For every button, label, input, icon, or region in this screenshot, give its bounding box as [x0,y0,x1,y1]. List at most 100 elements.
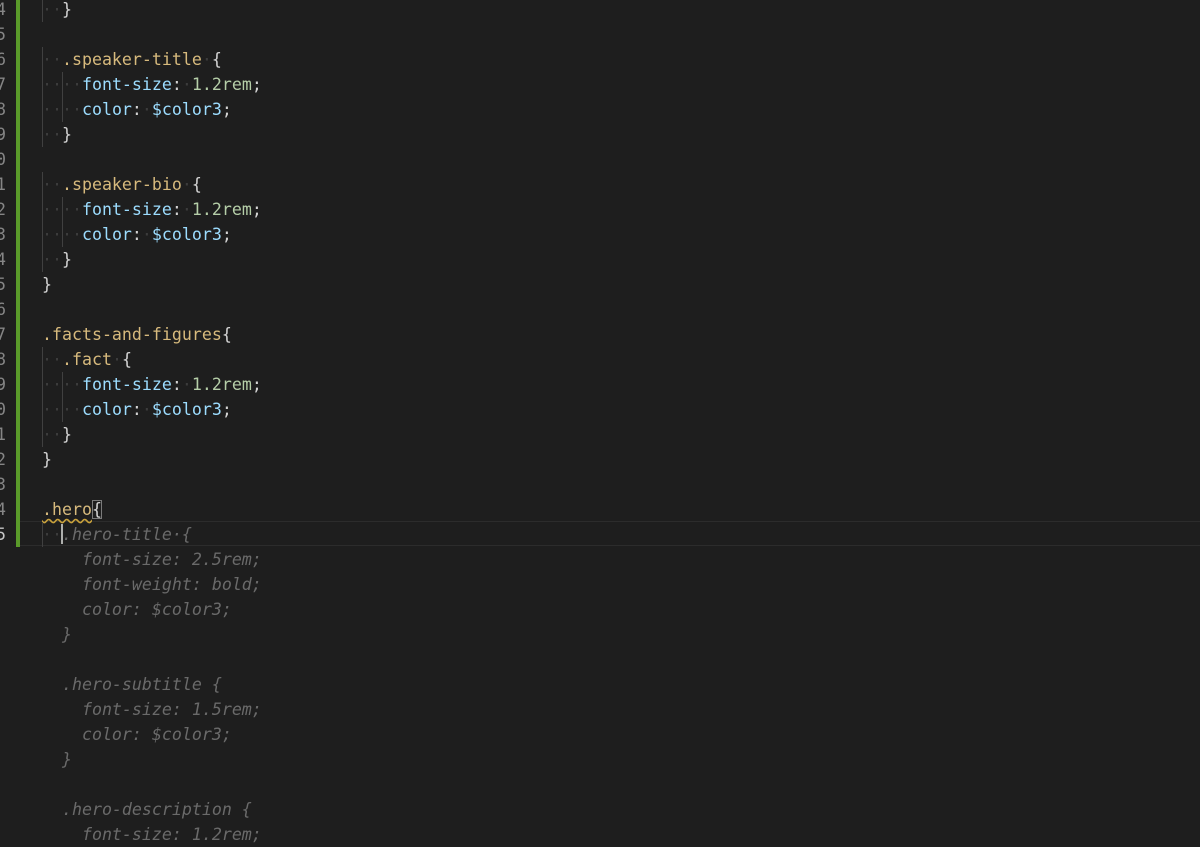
code-token: { [91,500,102,519]
code-token: font-size [81,375,172,394]
code-token: .hero [42,500,92,519]
code-line[interactable]: 2} [0,447,1200,472]
code-token: color [81,100,132,119]
code-token: { [121,350,132,369]
code-token: · [111,350,122,369]
code-token: { [191,175,202,194]
suggestion-text: .hero-description { [42,800,252,819]
code-token: : [131,400,142,419]
code-line[interactable]: 0 [0,147,1200,172]
line-number: 1 [0,175,6,194]
whitespace-marker: ·· [42,250,62,269]
code-text: ····color:·$color3; [42,397,232,422]
code-token: } [42,450,52,469]
code-token: ; [251,75,262,94]
code-line[interactable]: 1 ··} [0,422,1200,447]
code-line[interactable]: 6 [0,297,1200,322]
line-number: 6 [0,300,6,319]
code-text: ····color:·$color3; [42,97,232,122]
code-line[interactable]: 9 ··} [0,122,1200,147]
code-editor[interactable]: 4 ··} 5 6 ··.speaker-title·{7 ····font-size:·… [0,0,1200,847]
code-token: 1.2rem [191,375,252,394]
code-token: } [42,275,52,294]
code-token: color [81,400,132,419]
code-line[interactable]: 3 [0,472,1200,497]
code-token: : [171,75,182,94]
whitespace-marker: ·· [42,350,62,369]
code-token: 1.2rem [191,75,252,94]
code-text: ··.fact·{ [42,347,132,372]
line-number: 9 [0,125,6,144]
code-line[interactable]: 0 ····color:·$color3; [0,397,1200,422]
suggestion-text: } [42,625,72,644]
code-text: ····color:·$color3; [42,222,232,247]
whitespace-marker: ·· [42,425,62,444]
code-text: .hero{ [42,497,102,522]
code-line[interactable]: 5} [0,272,1200,297]
code-line[interactable]: 2 ····font-size:·1.2rem; [0,197,1200,222]
code-text: .facts-and-figures{ [42,322,232,347]
whitespace-marker: ···· [42,200,82,219]
line-number: 5 [0,25,6,44]
code-line[interactable]: 7 ····font-size:·1.2rem; [0,72,1200,97]
code-text: ··} [42,247,72,272]
code-line[interactable]: 3 ····color:·$color3; [0,222,1200,247]
code-line[interactable]: 8 ··.fact·{ [0,347,1200,372]
line-number: 9 [0,375,6,394]
line-number: 6 [0,50,6,69]
code-token: .fact [61,350,112,369]
line-number: 2 [0,450,6,469]
code-token: ; [251,375,262,394]
code-line[interactable]: 1 ··.speaker-bio·{ [0,172,1200,197]
whitespace-marker: ·· [42,50,62,69]
line-number: 0 [0,400,6,419]
code-token: $color3 [151,225,222,244]
code-token: } [61,250,72,269]
code-token: · [141,400,152,419]
code-token: { [221,325,232,344]
text-cursor [61,524,63,544]
line-number: 1 [0,425,6,444]
line-number: 8 [0,350,6,369]
suggestion-text: } [42,750,72,769]
code-line[interactable]: 4 ··} [0,247,1200,272]
whitespace-marker: ···· [42,75,82,94]
code-text: ····font-size:·1.2rem; [42,372,262,397]
code-token: 1.2rem [191,200,252,219]
line-number: 5 [0,275,6,294]
code-token: } [61,125,72,144]
code-token: $color3 [151,400,222,419]
code-token: : [171,200,182,219]
code-token: · [181,375,192,394]
line-number: 2 [0,200,6,219]
code-token: · [141,225,152,244]
code-line[interactable]: 4 .hero{ [0,497,1200,522]
code-line[interactable]: 4 ··} [0,0,1200,22]
code-token: ; [221,100,232,119]
code-token: color [81,225,132,244]
line-number: 4 [0,500,6,519]
suggestion-line: .hero-subtitle { [0,672,1200,697]
code-text: ··.speaker-bio·{ [42,172,202,197]
code-token: · [181,75,192,94]
code-line[interactable]: 7 .facts-and-figures{ [0,322,1200,347]
suggestion-line: } [0,622,1200,647]
suggestion-line: } [0,747,1200,772]
code-line[interactable]: 8 ····color:·$color3; [0,97,1200,122]
code-text: ··.hero-title·{ [42,522,192,547]
whitespace-marker: ···· [42,225,82,244]
whitespace-marker: ···· [42,375,82,394]
suggestion-line [0,647,1200,672]
code-token: .speaker-bio [61,175,182,194]
line-number: 0 [0,150,6,169]
code-text: ··} [42,422,72,447]
code-line[interactable]: 5 ··.hero-title·{ [0,522,1200,547]
code-line[interactable]: 6 ··.speaker-title·{ [0,47,1200,72]
line-number: 7 [0,75,6,94]
code-token: } [61,0,72,19]
code-token: .hero-title·{ [61,525,192,544]
line-number: 3 [0,475,6,494]
suggestion-text: font-size: 1.5rem; [42,700,262,719]
code-line[interactable]: 9 ····font-size:·1.2rem; [0,372,1200,397]
code-line[interactable]: 5 [0,22,1200,47]
